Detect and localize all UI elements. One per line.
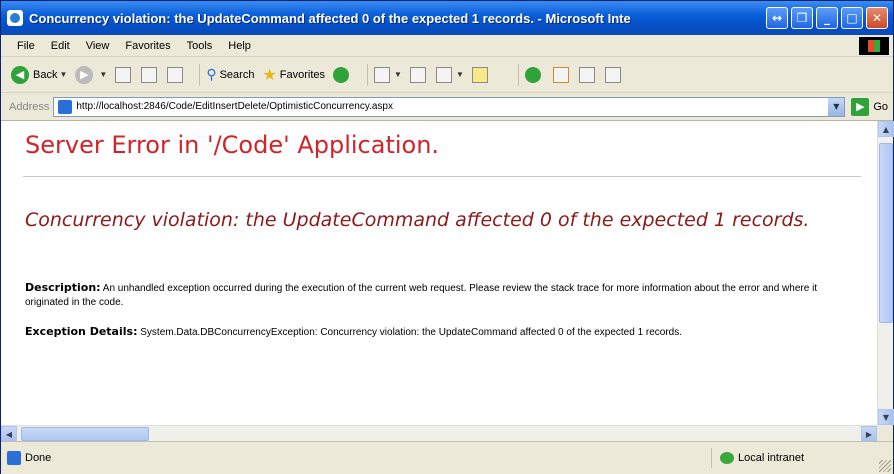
page-done-icon [7,451,21,465]
messenger-icon [552,66,569,83]
go-label: Go [873,100,889,113]
chevron-down-icon: ▼ [455,70,464,79]
menu-favorites[interactable]: Favorites [125,40,170,52]
menu-view[interactable]: View [86,40,110,52]
toolbar-separator [367,63,369,86]
messenger-button[interactable] [552,66,571,83]
title-bar[interactable]: Concurrency violation: the UpdateCommand… [1,1,893,35]
refresh-button[interactable] [141,66,159,83]
horizontal-scroll-thumb[interactable] [21,427,149,441]
menu-file[interactable]: File [17,40,35,52]
note-icon [471,66,488,83]
back-button[interactable]: ◀ Back ▼ [11,65,68,84]
forward-arrow-icon: ▶ [75,65,94,84]
exception-block: Exception Details: System.Data.DBConcurr… [25,325,855,340]
horizontal-scrollbar[interactable]: ◀ ▶ [1,425,877,442]
ie-icon [7,10,23,26]
print-icon [409,66,426,83]
scroll-right-icon[interactable]: ▶ [861,426,877,442]
exception-text: System.Data.DBConcurrencyException: Conc… [137,327,683,338]
vertical-scroll-thumb[interactable] [879,143,893,323]
favorites-label: Favorites [279,68,326,81]
discuss-button[interactable] [471,66,490,83]
description-text: An unhandled exception occurred during t… [25,283,818,308]
media-icon [333,66,350,83]
description-label: Description: [25,281,101,294]
scroll-up-icon[interactable]: ▲ [878,121,894,137]
maximize-button[interactable]: □ [841,7,863,29]
back-label: Back [33,68,58,81]
refresh-icon [141,66,158,83]
chevron-down-icon: ▼ [59,70,68,79]
scroll-down-icon[interactable]: ▼ [878,409,894,425]
search-icon: ⚲ [206,66,217,82]
address-url: http://localhost:2846/Code/EditInsertDel… [76,101,393,112]
stop-button[interactable] [115,66,133,83]
star-icon: ★ [262,66,277,84]
go-arrow-icon: ▶ [851,97,870,116]
window-title: Concurrency violation: the UpdateCommand… [29,10,631,26]
minimize-button[interactable]: _ [816,7,838,29]
menu-bar: File Edit View Favorites Tools Help [1,35,893,57]
address-label: Address [9,100,50,113]
error-title: Server Error in '/Code' Application. [25,131,440,159]
menu-help[interactable]: Help [228,40,251,52]
home-button[interactable] [167,66,185,83]
page-body: Server Error in '/Code' Application. Con… [1,121,877,425]
toolbar-separator [517,63,519,86]
back-arrow-icon: ◀ [11,65,29,84]
windows-logo-icon [859,37,889,55]
home-icon [167,66,184,83]
address-bar: Address http://localhost:2846/Code/EditI… [1,93,893,121]
vertical-scrollbar[interactable]: ▲ ▼ [877,121,894,425]
links-icon [578,66,595,83]
favorites-button[interactable]: ★ Favorites [262,65,325,85]
research-button[interactable] [524,66,545,83]
print-button[interactable] [409,66,428,83]
page-icon [58,99,73,114]
security-zone[interactable]: Local intranet [711,448,804,468]
browser-window: Concurrency violation: the UpdateCommand… [0,0,894,474]
scrollbar-corner [877,425,893,441]
toolbar-separator [199,63,201,86]
chevron-down-icon: ▼ [394,70,402,79]
search-button[interactable]: ⚲ Search [206,66,254,83]
status-bar: Done Local intranet [1,441,893,474]
intranet-icon [720,452,734,464]
chevron-down-icon[interactable]: ▼ [828,97,845,116]
toolbar: ◀ Back ▼ ▶ ▼ ⚲ Search ★ Favorites ▼ ▼ [1,57,893,93]
resize-grip-icon[interactable] [879,460,891,472]
chevron-down-icon: ▼ [99,70,108,79]
close-button[interactable]: ✕ [866,7,888,29]
error-message: Concurrency violation: the UpdateCommand… [25,209,810,231]
search-label: Search [219,68,255,81]
title-divider [23,176,861,177]
window-controls: ↔ ❐ _ □ ✕ [766,7,888,29]
menu-edit[interactable]: Edit [51,40,70,52]
stop-icon [115,66,132,83]
tools-button[interactable] [604,66,623,83]
mail-button[interactable]: ▼ [374,66,402,83]
description-block: Description: An unhandled exception occu… [25,281,855,310]
resize-button[interactable]: ↔ [766,7,788,29]
zone-text: Local intranet [738,452,805,464]
restore-icon-button[interactable]: ❐ [791,7,813,29]
media-button[interactable] [333,66,353,83]
go-button[interactable]: ▶ Go [851,97,889,116]
scroll-left-icon[interactable]: ◀ [1,426,17,442]
links-button[interactable] [578,66,597,83]
word-icon [435,66,452,83]
mail-icon [374,66,391,83]
menu-tools[interactable]: Tools [187,40,213,52]
edit-button[interactable]: ▼ [435,66,464,83]
address-input[interactable]: http://localhost:2846/Code/EditInsertDel… [53,96,846,117]
globe-icon [524,66,541,83]
exception-label: Exception Details: [25,325,138,338]
tools-icon [604,66,621,83]
forward-button[interactable]: ▶ ▼ [75,65,108,84]
status-text: Done [25,452,52,464]
